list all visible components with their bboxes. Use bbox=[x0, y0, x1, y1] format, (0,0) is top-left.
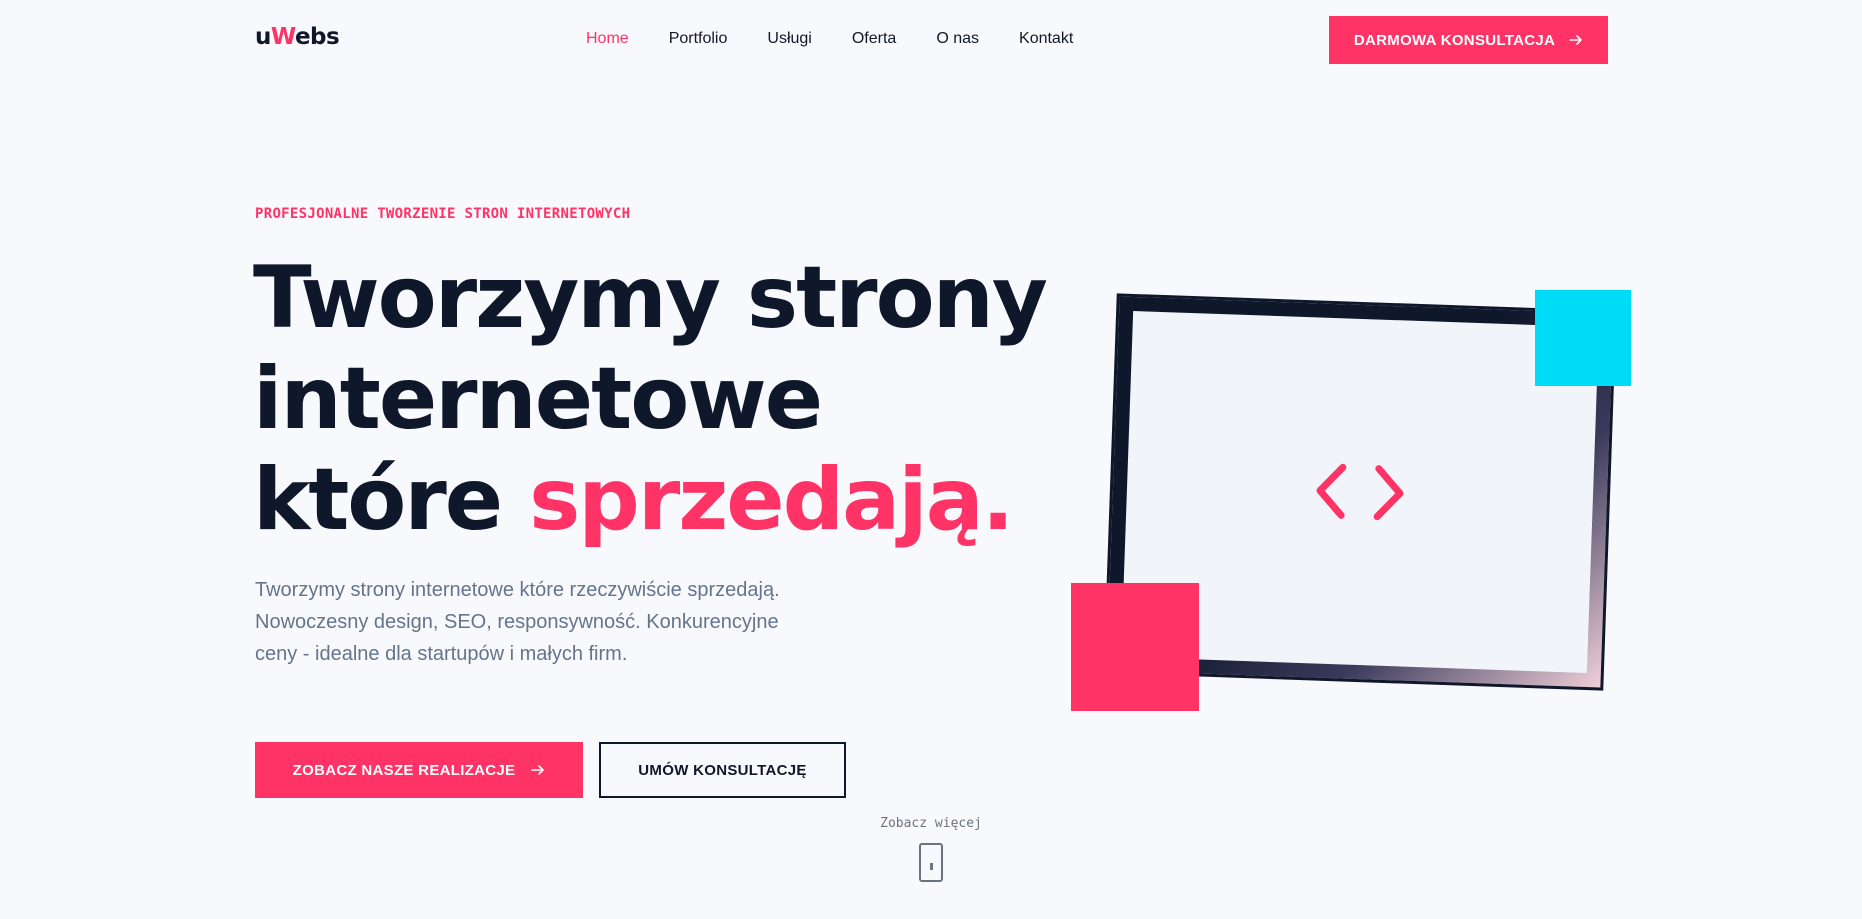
headline-accent: sprzedają. bbox=[529, 450, 1014, 550]
mouse-wheel bbox=[930, 863, 933, 870]
headline-line-3-plain: które bbox=[253, 450, 530, 550]
logo-suffix: ebs bbox=[294, 24, 340, 50]
decorative-cyan-square bbox=[1535, 290, 1631, 386]
hero-illustration bbox=[1060, 280, 1640, 720]
nav-kontakt[interactable]: Kontakt bbox=[1019, 30, 1073, 48]
headline-line-3: które sprzedają. bbox=[253, 450, 1046, 551]
nav-portfolio[interactable]: Portfolio bbox=[669, 30, 728, 48]
see-portfolio-button[interactable]: ZOBACZ NASZE REALIZACJE bbox=[255, 742, 583, 798]
logo-accent: W bbox=[270, 24, 296, 50]
page: uWebs Home Portfolio Usługi Oferta O nas… bbox=[0, 0, 1862, 919]
logo[interactable]: uWebs bbox=[255, 24, 340, 50]
scroll-more-label[interactable]: Zobacz więcej bbox=[876, 816, 986, 831]
book-consultation-label: UMÓW KONSULTACJĘ bbox=[638, 761, 807, 779]
arrow-right-icon bbox=[1569, 35, 1582, 45]
headline-line-1: Tworzymy strony bbox=[253, 248, 1048, 348]
free-consultation-label: DARMOWA KONSULTACJA bbox=[1353, 31, 1556, 49]
main-nav: Home Portfolio Usługi Oferta O nas Konta… bbox=[586, 30, 1113, 48]
decorative-pink-square bbox=[1071, 583, 1199, 711]
headline-line-2: internetowe bbox=[253, 349, 823, 449]
free-consultation-button[interactable]: DARMOWA KONSULTACJA bbox=[1329, 16, 1608, 64]
nav-o-nas[interactable]: O nas bbox=[936, 30, 979, 48]
see-portfolio-label: ZOBACZ NASZE REALIZACJE bbox=[292, 761, 516, 779]
nav-home[interactable]: Home bbox=[586, 30, 629, 48]
hero-eyebrow: PROFESJONALNE TWORZENIE STRON INTERNETOW… bbox=[255, 206, 631, 222]
logo-prefix: u bbox=[255, 24, 271, 50]
hero-headline: Tworzymy strony internetowe które sprzed… bbox=[253, 248, 1048, 551]
arrow-right-icon bbox=[531, 765, 545, 775]
hero-description: Tworzymy strony internetowe które rzeczy… bbox=[255, 579, 780, 665]
scroll-mouse-icon[interactable] bbox=[919, 843, 943, 882]
code-brackets-icon bbox=[1316, 463, 1404, 521]
nav-uslugi[interactable]: Usługi bbox=[767, 30, 811, 48]
nav-oferta[interactable]: Oferta bbox=[852, 30, 896, 48]
book-consultation-button[interactable]: UMÓW KONSULTACJĘ bbox=[599, 742, 846, 798]
